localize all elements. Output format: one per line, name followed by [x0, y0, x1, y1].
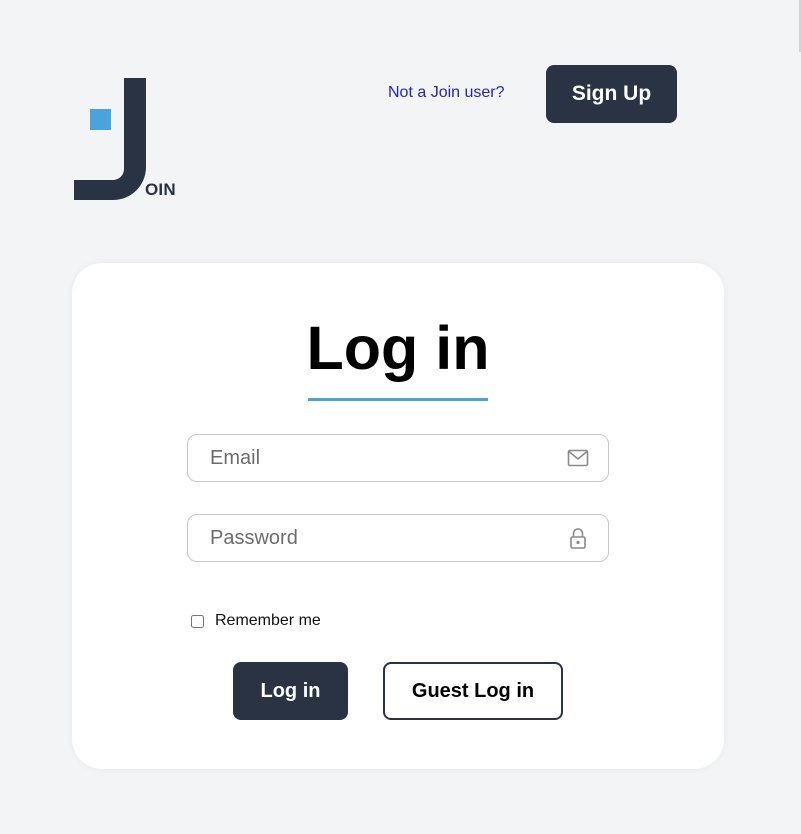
login-card: Log in Remember me Log in Guest Log in — [72, 263, 724, 769]
remember-me-row: Remember me — [191, 612, 321, 630]
remember-me-checkbox[interactable] — [191, 614, 204, 628]
guest-log-in-button[interactable]: Guest Log in — [383, 662, 563, 720]
envelope-icon — [567, 449, 589, 467]
email-input[interactable] — [189, 436, 549, 480]
title-underline — [308, 398, 488, 401]
page-title: Log in — [306, 314, 490, 382]
password-input[interactable] — [189, 516, 549, 560]
join-logo: OIN — [72, 76, 182, 204]
remember-me-label[interactable]: Remember me — [215, 612, 321, 630]
not-a-join-user-link[interactable]: Not a Join user? — [388, 84, 505, 102]
logo-text: OIN — [145, 180, 176, 199]
lock-icon — [570, 528, 586, 549]
log-in-button[interactable]: Log in — [233, 662, 348, 720]
email-field-container — [187, 434, 609, 482]
password-field-container — [187, 514, 609, 562]
sign-up-button[interactable]: Sign Up — [546, 65, 677, 123]
